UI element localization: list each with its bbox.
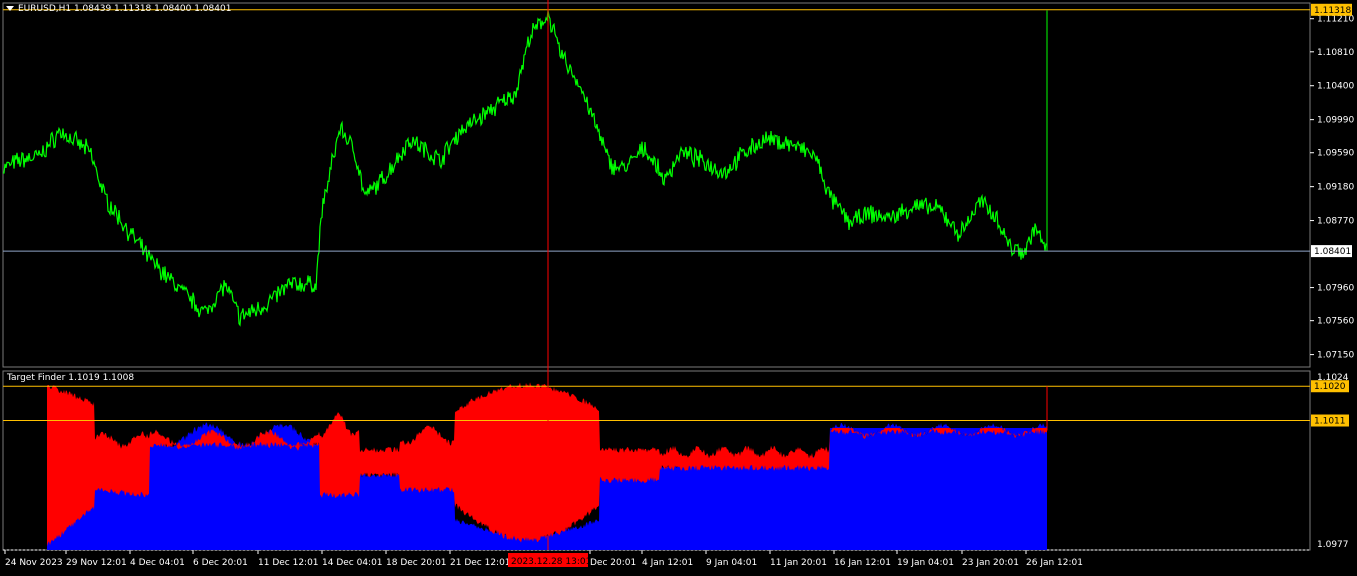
price-tick-label: 1.11210 xyxy=(1317,15,1354,25)
price-tick-label: 1.07960 xyxy=(1317,284,1354,294)
high-price-label: 1.11318 xyxy=(1314,6,1351,16)
time-axis-label: 4 Jan 12:01 xyxy=(642,558,693,568)
main-chart-title: EURUSD,H1 1.08439 1.11318 1.08400 1.0840… xyxy=(18,4,232,14)
time-axis-label: 16 Jan 12:01 xyxy=(834,558,891,568)
price-tick-label: 1.09990 xyxy=(1317,116,1354,126)
indicator-lower-label: 1.1011 xyxy=(1314,417,1346,427)
current-price-label: 1.08401 xyxy=(1314,247,1351,257)
time-axis-label: 24 Nov 2023 xyxy=(5,558,63,568)
triangle-down-icon[interactable] xyxy=(6,6,14,11)
indicator-bottom-tick: 1.0977 xyxy=(1317,540,1349,550)
price-tick-label: 1.09590 xyxy=(1317,149,1354,159)
price-tick-label: 1.07560 xyxy=(1317,317,1354,327)
time-axis-label: 6 Dec 20:01 xyxy=(193,558,248,568)
time-axis-label: 29 Nov 12:01 xyxy=(66,558,127,568)
crosshair-time-label: 2023.12.28 13:01 xyxy=(511,557,591,567)
time-axis-label: 4 Dec 04:01 xyxy=(130,558,185,568)
price-tick-label: 1.08770 xyxy=(1317,217,1354,227)
indicator-upper-label: 1.1020 xyxy=(1314,382,1346,392)
time-axis-label: 9 Jan 04:01 xyxy=(706,558,757,568)
price-tick-label: 1.07150 xyxy=(1317,351,1354,361)
time-axis-label: 21 Dec 12:01 xyxy=(450,558,511,568)
main-chart-header: EURUSD,H1 1.08439 1.11318 1.08400 1.0840… xyxy=(6,4,231,14)
time-axis-label: 11 Jan 20:01 xyxy=(770,558,827,568)
price-tick-label: 1.10400 xyxy=(1317,82,1354,92)
chart-canvas[interactable]: 1.11210 1.10810 1.10400 1.09990 1.09590 1.091… xyxy=(0,0,1357,573)
time-axis-label: 14 Dec 04:01 xyxy=(322,558,383,568)
indicator-mask xyxy=(830,372,1048,428)
time-axis-label: Dec 20:01 xyxy=(590,558,636,568)
price-tick-label: 1.10810 xyxy=(1317,48,1354,58)
indicator-top-tick: 1.1024 xyxy=(1317,373,1349,383)
price-tick-label: 1.09180 xyxy=(1317,183,1354,193)
time-axis-label: 23 Jan 20:01 xyxy=(962,558,1019,568)
time-axis-label: 11 Dec 12:01 xyxy=(258,558,319,568)
time-axis-label: 19 Jan 04:01 xyxy=(897,558,954,568)
price-line-series xyxy=(2,10,1047,327)
chart-window[interactable]: 1.11210 1.10810 1.10400 1.09990 1.09590 1.091… xyxy=(0,0,1357,573)
indicator-title: Target Finder 1.1019 1.1008 xyxy=(7,373,135,383)
indicator-header: Target Finder 1.1019 1.1008 xyxy=(7,373,134,383)
time-axis-label: 26 Jan 12:01 xyxy=(1026,558,1083,568)
time-axis-label: 18 Dec 20:01 xyxy=(386,558,447,568)
